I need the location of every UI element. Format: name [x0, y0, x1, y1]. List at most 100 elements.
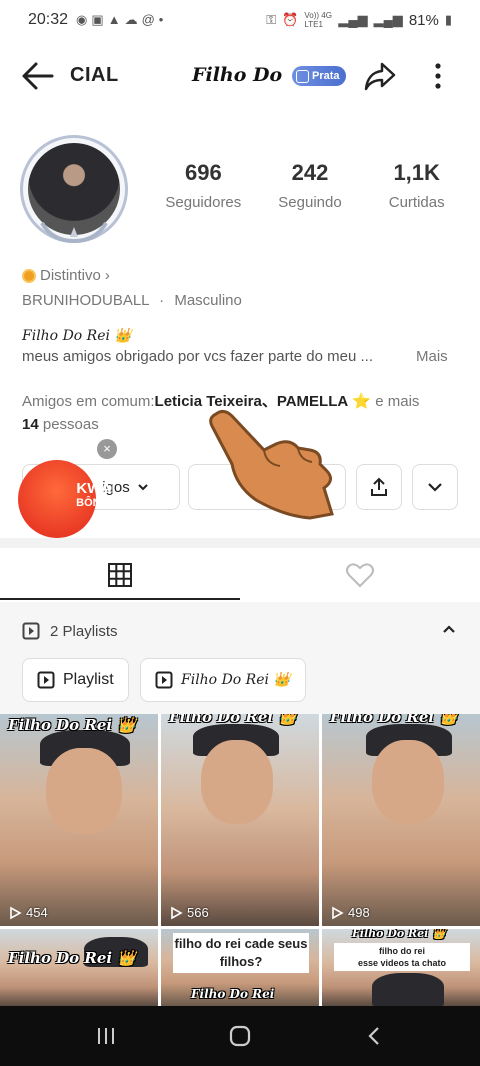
face-shape: [46, 748, 122, 834]
share-profile-button[interactable]: [356, 464, 402, 510]
share-button[interactable]: [362, 58, 398, 94]
bio-title: Filho Do Rei 👑: [22, 328, 132, 344]
video-overlay-text: filho do rei cade seus filhos?: [174, 936, 308, 969]
stat-value: 242: [291, 160, 329, 185]
battery-icon: ▮: [444, 12, 452, 27]
stat-label: Seguindo: [278, 194, 342, 211]
stat-value: 696: [184, 160, 222, 185]
user-info: BRUNIHODUBALL · Masculino: [22, 292, 242, 309]
video-caption: Filho Do Rei 👑: [330, 714, 459, 726]
pointing-hand-sticker: [209, 409, 334, 520]
mutual-people: pessoas: [38, 416, 99, 433]
playlist-chip-label: Playlist: [63, 671, 114, 688]
back-button[interactable]: [20, 60, 56, 92]
playlist-section: 2 Playlists Playlist Filho Do Rei 👑: [0, 602, 480, 714]
star-emoji: ⭐: [352, 393, 372, 410]
home-icon: [229, 1025, 251, 1047]
status-time: 20:32: [28, 11, 69, 28]
play-icon: [332, 906, 344, 919]
chevron-up-icon[interactable]: [440, 620, 458, 638]
expand-suggestions-button[interactable]: [412, 464, 458, 510]
heart-icon: [346, 563, 374, 588]
video-caption: Filho Do Rei 👑: [352, 929, 446, 940]
mutual-count: 14: [22, 416, 39, 433]
key-icon: ⚿: [266, 12, 277, 27]
video-tile[interactable]: Filho Do Rei 👑 filho do rei esse videos …: [322, 929, 480, 1006]
stat-following[interactable]: 242 Seguindo: [257, 160, 364, 211]
cloud-icon: ☁: [124, 12, 138, 27]
status-right: ⚿ ⏰ Vo)) 4G LTE1 ▂▄▆ ▂▄▆ 81% ▮: [266, 11, 452, 29]
level-badge[interactable]: Prata: [292, 66, 346, 86]
bio-more-link[interactable]: Mais: [416, 348, 448, 365]
avatar-frame[interactable]: [18, 133, 130, 245]
playlist-chip[interactable]: Playlist: [22, 658, 129, 702]
video-tile[interactable]: filho do rei cade seus filhos? Filho Do …: [161, 929, 319, 1006]
playlist-icon: [37, 671, 55, 689]
battery-level: 81%: [408, 11, 439, 29]
whatsapp-icon: ◉: [76, 12, 88, 27]
view-count-value: 454: [26, 905, 48, 920]
username: BRUNIHODUBALL: [22, 292, 149, 309]
instagram-icon: ▣: [91, 12, 104, 27]
network-label: Vo)) 4G LTE1: [304, 11, 332, 29]
mutual-suffix: e mais: [371, 393, 420, 410]
medal-icon: [22, 268, 36, 283]
signal-icon-2: ▂▄▆: [373, 12, 403, 27]
recent-apps-button[interactable]: [86, 1020, 126, 1052]
notification-icons: ◉ ▣ ▲ ☁ @ •: [76, 12, 163, 28]
back-chevron-icon: [368, 1027, 379, 1045]
kwai-title: KWAI: [76, 480, 116, 497]
stat-label: Curtidas: [388, 194, 445, 211]
chevron-down-icon: [428, 483, 442, 492]
stat-label: Seguidores: [165, 194, 242, 211]
home-button[interactable]: [220, 1020, 260, 1052]
video-caption: Filho Do Rei: [191, 987, 275, 1001]
cap-shape: [372, 973, 444, 1006]
video-tile[interactable]: Filho Do Rei 👑 566: [161, 714, 319, 926]
system-back-button[interactable]: [354, 1020, 394, 1052]
separator: ·: [159, 292, 165, 309]
close-icon[interactable]: ×: [97, 439, 117, 459]
kwai-subtitle: BÔNUS: [76, 497, 116, 509]
video-caption: Filho Do Rei 👑: [8, 949, 137, 967]
profile-title: Filho Do: [192, 64, 283, 86]
bio-text: meus amigos obrigado por vcs fazer parte…: [22, 348, 374, 365]
video-tile[interactable]: Filho Do Rei 👑 498: [322, 714, 480, 926]
tab-videos[interactable]: [0, 548, 240, 602]
face-shape: [372, 740, 444, 824]
tab-likes[interactable]: [240, 548, 480, 602]
playlist-header[interactable]: 2 Playlists: [22, 622, 118, 640]
stat-followers[interactable]: 696 Seguidores: [150, 160, 257, 211]
video-tile[interactable]: Filho Do Rei 👑 454: [0, 714, 158, 926]
video-tile[interactable]: Filho Do Rei 👑: [0, 929, 158, 1006]
signal-icon: ▂▄▆: [338, 12, 368, 27]
badge-icon: [296, 69, 309, 83]
playlist-chip[interactable]: Filho Do Rei 👑: [140, 658, 306, 702]
active-tab-indicator: [0, 598, 240, 600]
alarm-icon: ⏰: [282, 12, 299, 27]
view-count: 566: [169, 905, 209, 920]
badge-label: Distintivo: [40, 267, 101, 284]
kwai-bonus-button[interactable]: KWAI BÔNUS: [18, 460, 116, 538]
distinction-badge[interactable]: Distintivo ›: [22, 267, 110, 284]
playlist-count: 2 Playlists: [50, 622, 118, 640]
video-text-overlay: filho do rei cade seus filhos?: [173, 933, 309, 973]
view-count: 498: [330, 905, 370, 920]
stat-likes[interactable]: 1,1K Curtidas: [363, 160, 470, 211]
profile-stats: 696 Seguidores 242 Seguindo 1,1K Curtida…: [150, 160, 470, 211]
back-arrow-icon: [22, 62, 54, 90]
recent-apps-icon: [98, 1028, 114, 1044]
share-icon: [364, 62, 396, 91]
section-divider: [0, 538, 480, 548]
playlist-icon: [22, 622, 40, 640]
profile-header: CIAL Filho Do Prata: [0, 52, 480, 100]
threads-icon: @: [141, 12, 155, 27]
view-count: 454: [8, 905, 48, 920]
content-tabs: [0, 548, 480, 602]
play-icon: [171, 906, 183, 919]
warning-icon: ▲: [107, 12, 121, 27]
stat-value: 1,1K: [393, 160, 440, 185]
video-overlay-line2: esse videos ta chato: [357, 958, 447, 968]
video-text-overlay: filho do rei esse videos ta chato: [334, 943, 470, 971]
more-options-button[interactable]: [426, 58, 450, 94]
